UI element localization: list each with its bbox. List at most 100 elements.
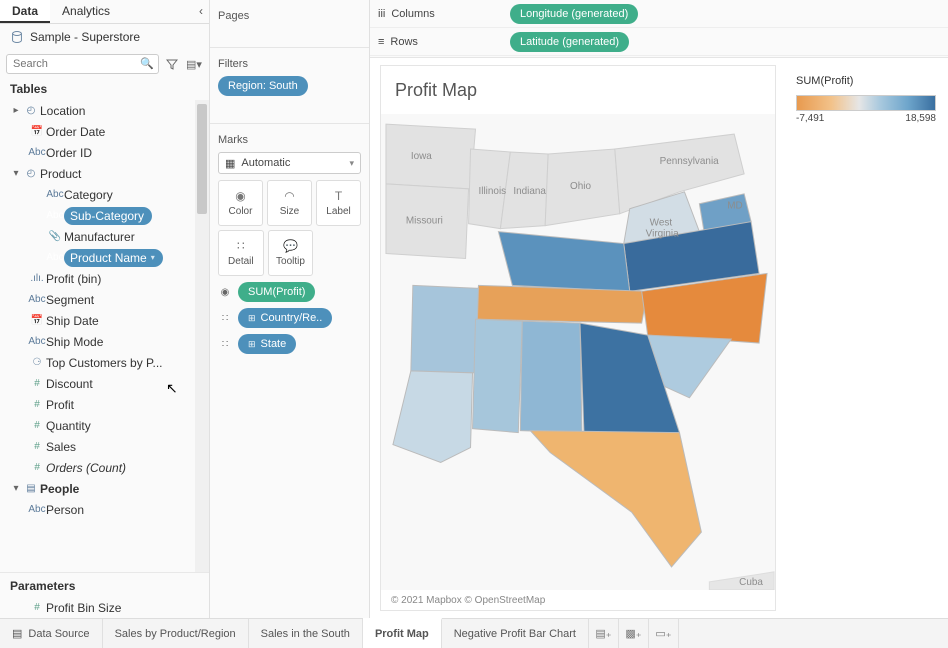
datasource-icon xyxy=(10,30,24,44)
svg-text:Indiana: Indiana xyxy=(513,186,546,197)
fields-view-button[interactable]: ▤▾ xyxy=(185,55,203,73)
fields-tree: ▸◴Location 📅Order Date AbcOrder ID ▾◴Pro… xyxy=(0,100,209,572)
mark-color-button[interactable]: ◉Color xyxy=(218,180,263,226)
field-discount[interactable]: #Discount xyxy=(0,373,209,394)
svg-text:West: West xyxy=(650,218,673,229)
rows-label: Rows xyxy=(390,36,418,48)
columns-shelf[interactable]: iii Columns Longitude (generated) xyxy=(370,0,948,28)
detail-mapping-icon-2: ∷ xyxy=(218,337,232,351)
field-orders-count[interactable]: #Orders (Count) xyxy=(0,457,209,478)
mark-size-button[interactable]: ◠Size xyxy=(267,180,312,226)
shelves-region: iii Columns Longitude (generated) ≡ Rows L… xyxy=(370,0,948,58)
datasource-row[interactable]: Sample - Superstore xyxy=(0,24,209,50)
map-attribution: © 2021 Mapbox © OpenStreetMap xyxy=(391,595,545,606)
marks-label: Marks xyxy=(218,130,361,152)
field-sub-category[interactable]: AbcSub-Category xyxy=(0,205,209,226)
field-quantity[interactable]: #Quantity xyxy=(0,415,209,436)
pages-shelf[interactable]: Pages xyxy=(210,0,369,48)
visualization-pane[interactable]: Profit Map xyxy=(380,65,776,611)
label-icon: T xyxy=(335,189,342,203)
field-top-customers[interactable]: ⚆Top Customers by P... xyxy=(0,352,209,373)
field-person[interactable]: AbcPerson xyxy=(0,499,209,520)
svg-text:Virginia: Virginia xyxy=(646,229,679,240)
legend-min: -7,491 xyxy=(796,113,824,124)
field-order-date[interactable]: 📅Order Date xyxy=(0,121,209,142)
sheet-tab-bar: ▤Data Source Sales by Product/Region Sal… xyxy=(0,618,948,648)
tab-data-source[interactable]: ▤Data Source xyxy=(0,619,103,648)
fields-filter-button[interactable] xyxy=(163,55,181,73)
mark-tooltip-button[interactable]: 💬Tooltip xyxy=(268,230,314,276)
field-order-id[interactable]: AbcOrder ID xyxy=(0,142,209,163)
data-pane: Data Analytics ‹ Sample - Superstore 🔍 ▤… xyxy=(0,0,210,618)
pill-longitude[interactable]: Longitude (generated) xyxy=(510,4,638,24)
tree-scrollbar[interactable] xyxy=(195,100,209,572)
new-story-button[interactable]: ▭₊ xyxy=(649,619,679,648)
mark-label-button[interactable]: TLabel xyxy=(316,180,361,226)
rows-shelf[interactable]: ≡ Rows Latitude (generated) xyxy=(370,28,948,56)
filters-shelf[interactable]: Filters Region: South xyxy=(210,48,369,124)
mark-pill-profit[interactable]: SUM(Profit) xyxy=(238,282,315,302)
field-profit[interactable]: #Profit xyxy=(0,394,209,415)
field-segment[interactable]: AbcSegment xyxy=(0,289,209,310)
columns-icon: iii xyxy=(378,8,385,20)
field-ship-date[interactable]: 📅Ship Date xyxy=(0,310,209,331)
color-legend[interactable]: SUM(Profit) -7,491 18,598 xyxy=(786,65,942,134)
svg-text:Illinois: Illinois xyxy=(479,186,507,197)
filters-label: Filters xyxy=(218,54,361,76)
color-icon: ◉ xyxy=(235,189,245,203)
field-manufacturer[interactable]: 📎Manufacturer xyxy=(0,226,209,247)
tab-sales-in-the-south[interactable]: Sales in the South xyxy=(249,619,363,648)
field-product[interactable]: ▾◴Product xyxy=(0,163,209,184)
parameters-header: Parameters xyxy=(0,572,209,597)
tab-sales-by-product-region[interactable]: Sales by Product/Region xyxy=(103,619,249,648)
legend-title: SUM(Profit) xyxy=(796,75,932,87)
field-product-name[interactable]: AbcProduct Name▾ xyxy=(0,247,209,268)
mark-type-dropdown[interactable]: ▦ Automatic▾ xyxy=(218,152,361,174)
viz-title[interactable]: Profit Map xyxy=(381,66,775,107)
pages-label: Pages xyxy=(218,6,361,28)
svg-text:Iowa: Iowa xyxy=(411,151,432,162)
tables-header: Tables xyxy=(0,78,209,100)
search-icon: 🔍 xyxy=(140,57,154,70)
mark-pill-country[interactable]: ⊞Country/Re.. xyxy=(238,308,332,328)
color-mapping-icon: ◉ xyxy=(218,285,232,299)
field-ship-mode[interactable]: AbcShip Mode xyxy=(0,331,209,352)
map-svg: Iowa Illinois Indiana Ohio Pennsylvania … xyxy=(381,114,775,590)
automatic-mark-icon: ▦ xyxy=(225,157,235,170)
svg-text:Ohio: Ohio xyxy=(570,181,591,192)
pill-latitude[interactable]: Latitude (generated) xyxy=(510,32,629,52)
svg-text:Pennsylvania: Pennsylvania xyxy=(660,156,720,167)
columns-label: Columns xyxy=(391,8,434,20)
tab-data[interactable]: Data xyxy=(0,0,50,23)
new-worksheet-button[interactable]: ▤₊ xyxy=(589,619,619,648)
field-category[interactable]: AbcCategory xyxy=(0,184,209,205)
mark-pill-state[interactable]: ⊞State xyxy=(238,334,296,354)
new-dashboard-button[interactable]: ▩₊ xyxy=(619,619,649,648)
legend-max: 18,598 xyxy=(905,113,936,124)
map-canvas[interactable]: Iowa Illinois Indiana Ohio Pennsylvania … xyxy=(381,114,775,590)
datasource-tab-icon: ▤ xyxy=(12,627,22,640)
search-input[interactable]: 🔍 xyxy=(6,54,159,74)
field-location[interactable]: ▸◴Location xyxy=(0,100,209,121)
tab-analytics[interactable]: Analytics xyxy=(50,0,122,23)
svg-text:Missouri: Missouri xyxy=(406,216,443,227)
table-people[interactable]: ▾▤People xyxy=(0,478,209,499)
field-profit-bin[interactable]: .ılı.Profit (bin) xyxy=(0,268,209,289)
datasource-name: Sample - Superstore xyxy=(30,30,140,44)
detail-icon: ∷ xyxy=(237,239,245,253)
filter-pill-region[interactable]: Region: South xyxy=(218,76,308,96)
tab-profit-map[interactable]: Profit Map xyxy=(363,618,442,648)
tab-negative-profit-bar-chart[interactable]: Negative Profit Bar Chart xyxy=(442,619,589,648)
cards-column: Pages Filters Region: South Marks ▦ Auto… xyxy=(210,0,370,618)
svg-text:MD: MD xyxy=(727,201,742,212)
collapse-pane-icon[interactable]: ‹ xyxy=(199,4,203,18)
mark-detail-button[interactable]: ∷Detail xyxy=(218,230,264,276)
field-sales[interactable]: #Sales xyxy=(0,436,209,457)
size-icon: ◠ xyxy=(284,189,294,203)
detail-mapping-icon: ∷ xyxy=(218,311,232,325)
tooltip-icon: 💬 xyxy=(283,239,298,253)
rows-icon: ≡ xyxy=(378,36,384,48)
svg-text:Cuba: Cuba xyxy=(739,577,763,588)
marks-card: Marks ▦ Automatic▾ ◉Color ◠Size TLabel ∷… xyxy=(210,124,369,360)
param-profit-bin-size[interactable]: #Profit Bin Size xyxy=(0,597,209,618)
